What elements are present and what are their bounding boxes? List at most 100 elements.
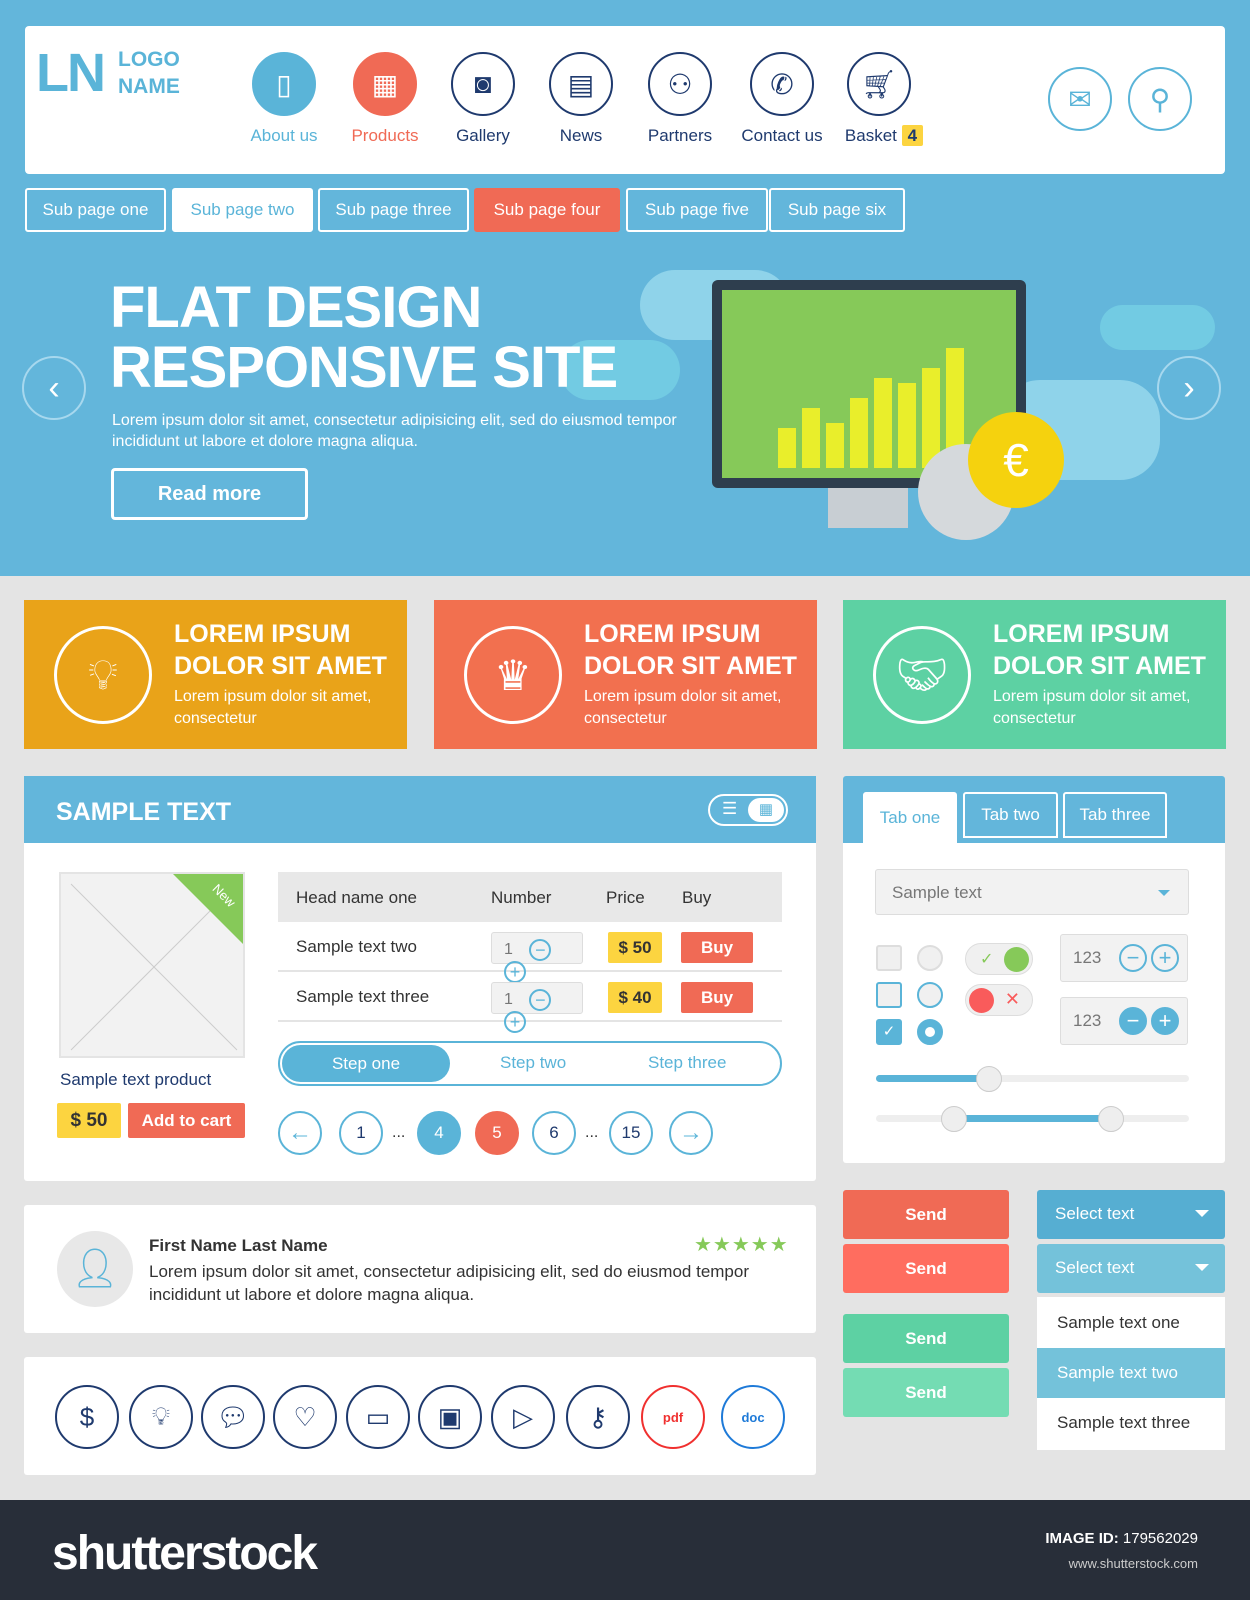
wallet-icon[interactable]: ▣ xyxy=(418,1385,482,1449)
subnav-item[interactable]: Sub page five xyxy=(626,188,768,232)
view-toggle[interactable]: ☰ ▦ xyxy=(708,794,788,826)
dollar-coins-icon[interactable]: $ xyxy=(55,1385,119,1449)
logo-name[interactable]: LOGO NAME xyxy=(118,46,180,100)
range-slider[interactable] xyxy=(876,1106,1189,1132)
step[interactable]: Step two xyxy=(500,1053,566,1073)
radio-selected[interactable] xyxy=(917,1019,943,1045)
toggle-on[interactable]: ✓ xyxy=(965,943,1033,975)
toggle-off[interactable]: ✕ xyxy=(965,984,1033,1016)
credit-card-icon[interactable]: ▭ xyxy=(346,1385,410,1449)
checkbox-checked[interactable]: ✓ xyxy=(876,1019,902,1045)
subnav-item-highlight[interactable]: Sub page four xyxy=(474,188,620,232)
number-stepper[interactable]: 123− + xyxy=(1060,934,1188,982)
page-link[interactable]: 15 xyxy=(609,1111,653,1155)
key-icon[interactable]: ⚷ xyxy=(566,1385,630,1449)
page-link[interactable]: 4 xyxy=(417,1111,461,1155)
subnav-item[interactable]: Sub page three xyxy=(318,188,469,232)
feature-card[interactable]: ♛ LOREM IPSUM DOLOR SIT AMET Lorem ipsum do… xyxy=(434,600,817,749)
page-link[interactable]: 1 xyxy=(339,1111,383,1155)
page-current[interactable]: 5 xyxy=(475,1111,519,1155)
feature-card[interactable]: 🤝︎ LOREM IPSUM DOLOR SIT AMET Lorem ipsum d… xyxy=(843,600,1226,749)
radio[interactable] xyxy=(917,945,943,971)
feature-text: Lorem ipsum dolor sit amet, consectetur xyxy=(174,688,372,727)
tab-one[interactable]: Tab one xyxy=(863,792,957,843)
nav-news[interactable]: ▤ News xyxy=(531,52,631,146)
select-option[interactable]: Sample text three xyxy=(1037,1398,1225,1448)
chat-icon[interactable]: 💬︎ xyxy=(201,1385,265,1449)
step[interactable]: Step three xyxy=(648,1053,726,1073)
subnav-item[interactable]: Sub page six xyxy=(769,188,905,232)
nav-products[interactable]: ▦ Products xyxy=(335,52,435,146)
camera-icon: ◙ xyxy=(451,52,515,116)
select-option-selected[interactable]: Sample text two xyxy=(1037,1348,1225,1398)
carousel-prev-arrow[interactable]: ‹ xyxy=(22,356,86,420)
select-option[interactable]: Sample text one xyxy=(1037,1298,1225,1348)
lightbulb-icon[interactable]: 💡︎ xyxy=(129,1385,193,1449)
page-next-arrow[interactable]: → xyxy=(669,1111,713,1155)
mail-icon[interactable]: ✉ xyxy=(1048,67,1112,131)
minus-icon[interactable]: − xyxy=(529,939,552,961)
subnav-item[interactable]: Sub page one xyxy=(25,188,166,232)
select-dropdown-open[interactable]: Select text xyxy=(1037,1244,1225,1293)
radio-focused[interactable] xyxy=(917,982,943,1008)
nav-partners[interactable]: ⚇ Partners xyxy=(630,52,730,146)
tab-two[interactable]: Tab two xyxy=(963,792,1058,838)
list-view-icon[interactable]: ☰ xyxy=(722,799,737,819)
nav-basket[interactable]: 🛒︎ Basket 4 xyxy=(829,52,939,146)
quantity-stepper[interactable]: 1 −+ xyxy=(491,982,583,1033)
page-prev-arrow[interactable]: ← xyxy=(278,1111,322,1155)
check-icon: ✓ xyxy=(980,951,994,968)
nav-gallery[interactable]: ◙ Gallery xyxy=(433,52,533,146)
tab-three[interactable]: Tab three xyxy=(1063,792,1167,838)
nav-contact-us[interactable]: ✆ Contact us xyxy=(731,52,833,146)
step-active[interactable]: Step one xyxy=(282,1045,450,1082)
select-dropdown[interactable]: Select text xyxy=(1037,1190,1225,1239)
send-button-green-hover[interactable]: Send xyxy=(843,1368,1009,1417)
read-more-button[interactable]: Read more xyxy=(111,468,308,520)
product-image-placeholder[interactable]: New xyxy=(59,872,245,1058)
user-avatar-icon[interactable]: 👤︎ xyxy=(57,1231,133,1307)
play-icon[interactable]: ▷ xyxy=(491,1385,555,1449)
product-name[interactable]: Sample text product xyxy=(60,1070,211,1090)
shutterstock-logo[interactable]: shutterstock xyxy=(52,1526,318,1581)
plus-icon[interactable]: + xyxy=(504,1011,526,1033)
feature-title: LOREM IPSUM DOLOR SIT AMET xyxy=(174,620,387,680)
minus-icon[interactable]: − xyxy=(1119,944,1147,972)
grid-view-icon[interactable]: ▦ xyxy=(748,798,784,822)
send-button[interactable]: Send xyxy=(843,1190,1009,1239)
number-stepper[interactable]: 123− + xyxy=(1060,997,1188,1045)
checkbox-focused[interactable] xyxy=(876,982,902,1008)
subnav-item-active[interactable]: Sub page two xyxy=(172,188,313,232)
quantity-stepper[interactable]: 1 −+ xyxy=(491,932,583,983)
doc-icon[interactable]: doc xyxy=(721,1385,785,1449)
review-text: Lorem ipsum dolor sit amet, consectetur … xyxy=(149,1262,750,1304)
carousel-next-arrow[interactable]: › xyxy=(1157,356,1221,420)
checkbox[interactable] xyxy=(876,945,902,971)
pdf-icon[interactable]: pdf xyxy=(641,1385,705,1449)
minus-icon[interactable]: − xyxy=(1119,1007,1147,1035)
nav-label: About us xyxy=(250,126,318,145)
feature-card[interactable]: 💡︎ LOREM IPSUM DOLOR SIT AMET Lorem ipsum d… xyxy=(24,600,407,749)
heart-icon[interactable]: ♡ xyxy=(273,1385,337,1449)
add-to-cart-button[interactable]: Add to cart xyxy=(128,1103,245,1138)
slider[interactable] xyxy=(876,1066,1189,1092)
send-button-hover[interactable]: Send xyxy=(843,1244,1009,1293)
column-header: Buy xyxy=(682,888,712,907)
nav-about-us[interactable]: ▯ About us xyxy=(234,52,334,146)
dropdown-select[interactable]: Sample text xyxy=(875,869,1189,915)
reviewer-name[interactable]: First Name Last Name xyxy=(149,1236,328,1256)
star-rating: ★★★★★ xyxy=(694,1234,789,1256)
minus-icon[interactable]: − xyxy=(529,989,552,1011)
buy-button[interactable]: Buy xyxy=(681,932,753,963)
logo-mark[interactable]: LN xyxy=(36,42,106,104)
plus-icon[interactable]: + xyxy=(1151,1007,1179,1035)
search-icon[interactable]: ⚲ xyxy=(1128,67,1192,131)
page-link[interactable]: 6 xyxy=(532,1111,576,1155)
send-button-green[interactable]: Send xyxy=(843,1314,1009,1363)
footer-url[interactable]: www.shutterstock.com xyxy=(1069,1556,1198,1571)
range-handle-max[interactable] xyxy=(1097,1106,1124,1132)
plus-icon[interactable]: + xyxy=(1151,944,1179,972)
slider-handle[interactable] xyxy=(975,1066,1002,1092)
logo-line1: LOGO xyxy=(118,48,180,71)
buy-button[interactable]: Buy xyxy=(681,982,753,1013)
